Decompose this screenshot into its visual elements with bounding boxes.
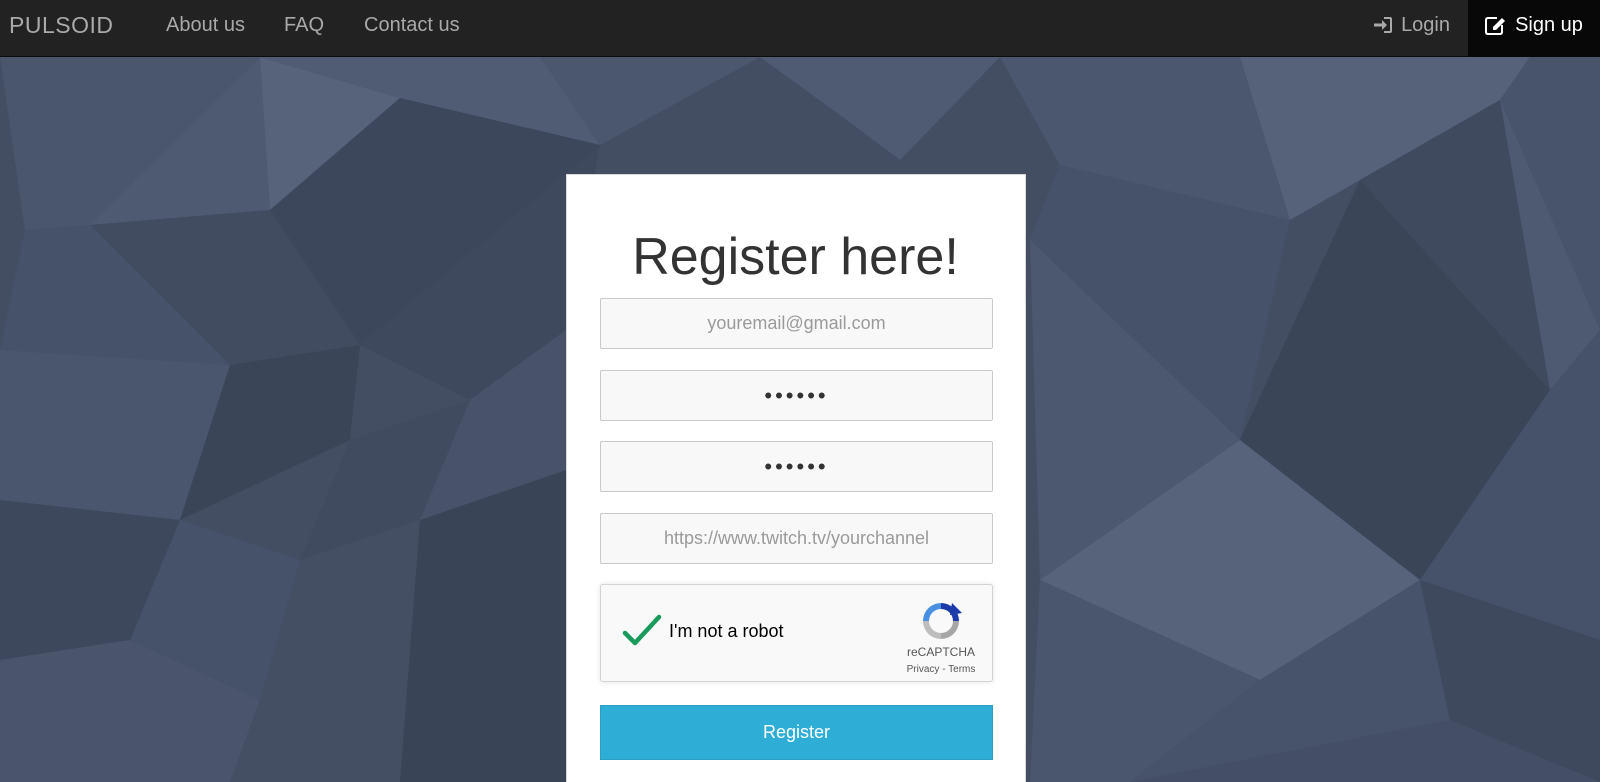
recaptcha-widget: I'm not a robot reCAPTCHA Privacy - Term… bbox=[600, 584, 993, 682]
nav-faq[interactable]: FAQ bbox=[284, 0, 324, 50]
twitch-channel-field[interactable] bbox=[600, 513, 993, 564]
captcha-separator: - bbox=[939, 664, 949, 675]
brand-logo[interactable]: PULSOID bbox=[9, 0, 113, 50]
captcha-privacy-link[interactable]: Privacy bbox=[907, 664, 940, 675]
signup-label: Sign up bbox=[1515, 14, 1583, 36]
nav-about-us[interactable]: About us bbox=[166, 0, 245, 50]
top-navbar: PULSOID About us FAQ Contact us Login Si… bbox=[0, 0, 1600, 57]
captcha-brand: reCAPTCHA bbox=[906, 645, 975, 659]
login-link[interactable]: Login bbox=[1373, 0, 1450, 50]
captcha-terms-link[interactable]: Terms bbox=[948, 664, 975, 675]
confirm-password-field[interactable] bbox=[600, 441, 993, 492]
captcha-label: I'm not a robot bbox=[669, 621, 784, 641]
register-button[interactable]: Register bbox=[600, 705, 993, 760]
pencil-square-icon bbox=[1485, 0, 1507, 50]
register-title: Register here! bbox=[632, 228, 959, 286]
nav-contact-us[interactable]: Contact us bbox=[364, 0, 460, 50]
password-field[interactable] bbox=[600, 370, 993, 421]
login-label: Login bbox=[1401, 14, 1450, 36]
signup-link[interactable]: Sign up bbox=[1468, 0, 1600, 57]
recaptcha-logo bbox=[919, 599, 963, 643]
captcha-links: Privacy - Terms bbox=[893, 664, 989, 675]
checkmark-icon[interactable] bbox=[621, 611, 663, 651]
sign-in-icon bbox=[1373, 0, 1393, 50]
email-field[interactable] bbox=[600, 298, 993, 349]
